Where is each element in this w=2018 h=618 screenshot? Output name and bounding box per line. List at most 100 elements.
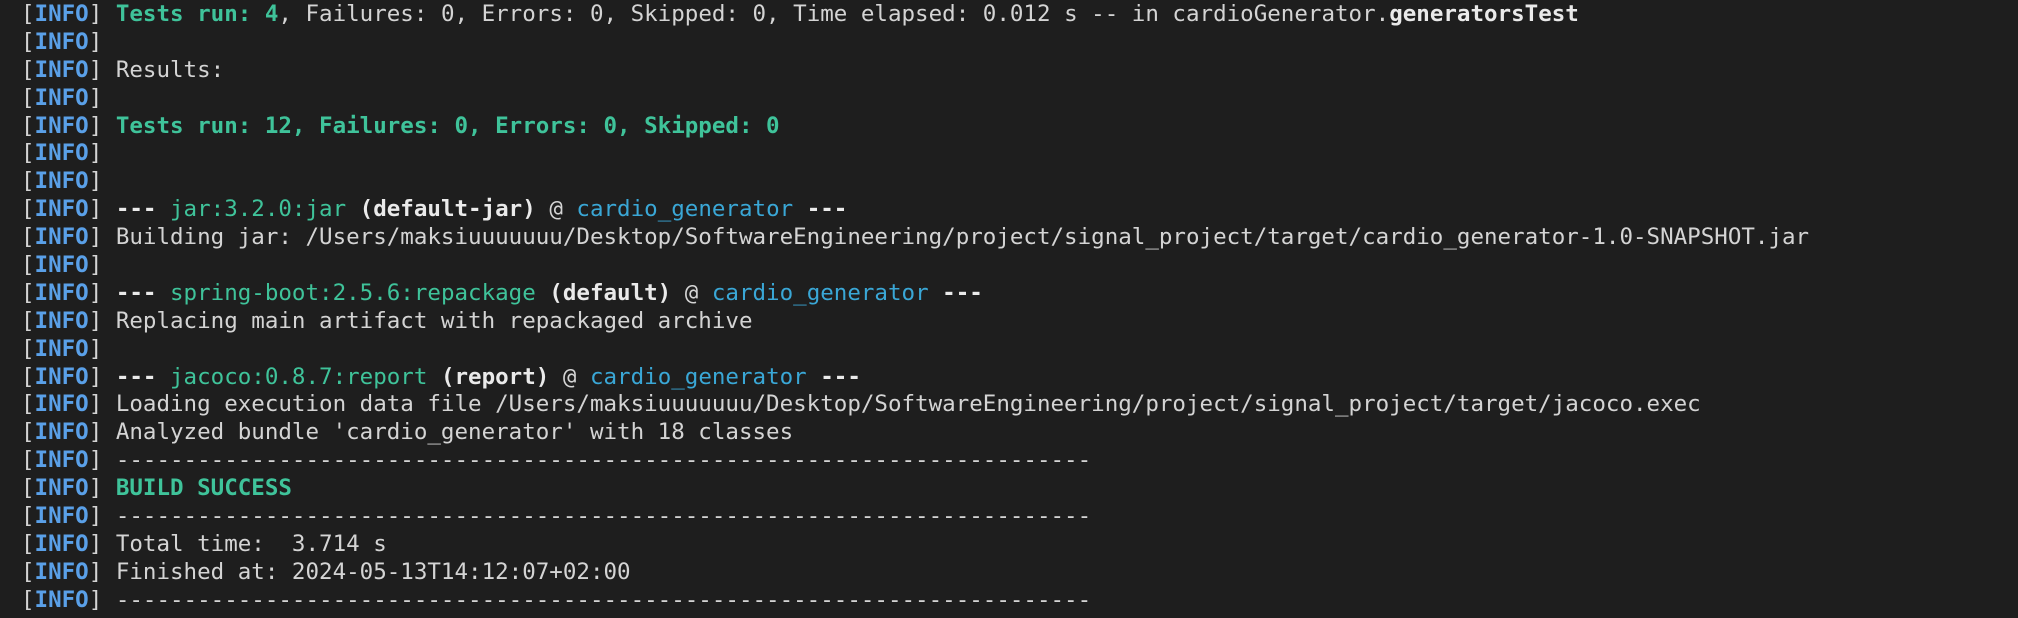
log-level-bracket-open: [ (21, 335, 35, 362)
log-level-bracket-open: [ (21, 28, 35, 55)
log-text-segment: Tests run: 12, Failures: 0, Errors: 0, S… (115, 112, 780, 139)
log-text-segment: Replacing main artifact with repackaged … (115, 307, 753, 334)
log-level-tag: INFO (34, 335, 89, 362)
log-level-bracket-open: [ (21, 252, 35, 279)
spring-boot-plugin-header-line: [INFO] --- spring-boot:2.5.6:repackage (… (21, 280, 2018, 308)
log-level-bracket-close: ] (88, 586, 103, 613)
log-level-tag: INFO (34, 447, 89, 474)
tests-run-summary-line: [INFO] Tests run: 12, Failures: 0, Error… (21, 113, 2018, 141)
log-text-segment: --- (115, 363, 171, 390)
log-text-segment: Total time: 3.714 s (115, 530, 387, 557)
log-level-tag: INFO (34, 558, 89, 585)
log-level-tag: INFO (34, 112, 89, 139)
blank-line: [INFO] (21, 168, 2018, 196)
log-text-segment: @ (671, 279, 712, 306)
log-level-tag: INFO (34, 391, 89, 418)
log-level-tag: INFO (34, 475, 89, 502)
log-text-segment: --- (115, 279, 171, 306)
log-level-bracket-open: [ (21, 84, 35, 111)
log-level-bracket-open: [ (21, 586, 35, 613)
log-level-tag: INFO (34, 1, 89, 27)
analyzed-bundle-line: [INFO] Analyzed bundle 'cardio_generator… (21, 419, 2018, 447)
log-level-bracket-close: ] (88, 28, 103, 55)
log-text-segment: Tests run: 4 (115, 1, 279, 27)
log-level-bracket-open: [ (21, 112, 35, 139)
jar-plugin-header-line: [INFO] --- jar:3.2.0:jar (default-jar) @… (21, 196, 2018, 224)
separator-line: [INFO] ---------------------------------… (21, 503, 2018, 531)
blank-line: [INFO] (21, 29, 2018, 57)
log-level-bracket-close: ] (88, 558, 103, 585)
log-level-bracket-close: ] (88, 140, 103, 167)
log-level-bracket-open: [ (21, 224, 35, 251)
log-text-segment: generatorsTest (1389, 1, 1579, 27)
build-success-line: [INFO] BUILD SUCCESS (21, 475, 2018, 503)
log-level-bracket-close: ] (88, 56, 103, 83)
log-level-tag: INFO (34, 530, 89, 557)
log-level-bracket-close: ] (88, 1, 103, 27)
log-text-segment: (report) (427, 363, 550, 390)
log-text-segment: --- (806, 363, 861, 390)
log-text-segment: --- (793, 196, 848, 223)
log-level-bracket-open: [ (21, 279, 35, 306)
finished-at-line: [INFO] Finished at: 2024-05-13T14:12:07+… (21, 559, 2018, 587)
log-level-tag: INFO (34, 503, 89, 530)
log-level-bracket-close: ] (88, 530, 103, 557)
log-text-segment: jar:3.2.0:jar (170, 196, 347, 223)
log-level-bracket-close: ] (88, 307, 103, 334)
log-level-tag: INFO (34, 168, 89, 195)
log-level-bracket-open: [ (21, 391, 35, 418)
log-level-tag: INFO (34, 84, 89, 111)
log-level-bracket-open: [ (21, 196, 35, 223)
log-text-segment: cardio_generator (711, 279, 929, 306)
log-text-segment: --- (115, 196, 171, 223)
log-text-segment: Building jar: /Users/maksiuuuuuuu/Deskto… (115, 224, 1810, 251)
log-level-tag: INFO (34, 307, 89, 334)
log-level-bracket-close: ] (88, 168, 103, 195)
log-text-segment: Finished at: 2024-05-13T14:12:07+02:00 (115, 558, 631, 585)
log-text-segment: (default-jar) (346, 196, 536, 223)
log-text-segment: ----------------------------------------… (115, 503, 1092, 530)
log-level-bracket-open: [ (21, 419, 35, 446)
separator-line: [INFO] ---------------------------------… (21, 447, 2018, 475)
log-level-tag: INFO (34, 279, 89, 306)
log-level-bracket-close: ] (88, 447, 103, 474)
tests-run-generators-line: [INFO] Tests run: 4, Failures: 0, Errors… (21, 1, 2018, 29)
log-text-segment: @ (535, 196, 577, 223)
results-heading-line: [INFO] Results: (21, 57, 2018, 85)
log-level-bracket-open: [ (21, 1, 35, 27)
blank-line: [INFO] (21, 140, 2018, 168)
log-text-segment: jacoco:0.8.7:report (170, 363, 428, 390)
log-text-segment: @ (549, 363, 590, 390)
log-level-tag: INFO (34, 28, 89, 55)
log-text-segment: ----------------------------------------… (115, 586, 1092, 613)
log-level-bracket-open: [ (21, 307, 35, 334)
blank-line: [INFO] (21, 336, 2018, 364)
log-level-bracket-close: ] (88, 252, 103, 279)
log-level-bracket-close: ] (88, 84, 103, 111)
log-text-segment: --- (928, 279, 983, 306)
log-text-segment: ----------------------------------------… (115, 447, 1092, 474)
terminal-output[interactable]: [INFO] Tests run: 4, Failures: 0, Errors… (0, 0, 2018, 618)
log-text-segment: Analyzed bundle 'cardio_generator' with … (115, 419, 794, 446)
log-level-bracket-close: ] (88, 279, 103, 306)
log-level-tag: INFO (34, 140, 89, 167)
log-text-segment: spring-boot:2.5.6:repackage (170, 279, 536, 306)
log-level-bracket-open: [ (21, 503, 35, 530)
log-level-bracket-open: [ (21, 168, 35, 195)
log-text-segment: Loading execution data file /Users/maksi… (115, 391, 1701, 418)
log-text-segment: (default) (535, 279, 672, 306)
log-level-bracket-close: ] (88, 196, 103, 223)
log-level-bracket-close: ] (88, 112, 103, 139)
blank-line: [INFO] (21, 85, 2018, 113)
log-level-bracket-close: ] (88, 363, 103, 390)
log-level-bracket-open: [ (21, 363, 35, 390)
log-level-bracket-close: ] (88, 335, 103, 362)
log-level-tag: INFO (34, 196, 89, 223)
log-level-bracket-open: [ (21, 447, 35, 474)
log-level-bracket-close: ] (88, 419, 103, 446)
log-level-bracket-close: ] (88, 224, 103, 251)
log-level-tag: INFO (34, 224, 89, 251)
log-level-bracket-close: ] (88, 503, 103, 530)
log-level-bracket-open: [ (21, 475, 35, 502)
log-level-bracket-open: [ (21, 558, 35, 585)
